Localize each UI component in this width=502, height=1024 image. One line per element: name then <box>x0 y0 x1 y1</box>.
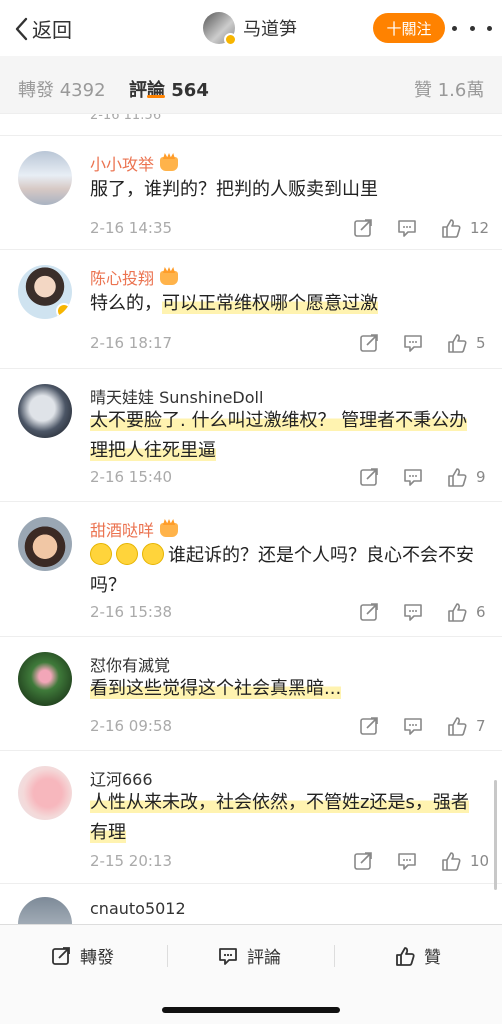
share-icon[interactable] <box>358 601 380 623</box>
share-icon[interactable] <box>358 332 380 354</box>
like-count: 12 <box>470 219 490 237</box>
avatar[interactable] <box>18 151 72 205</box>
author-name[interactable]: 马道笋 <box>243 15 297 41</box>
comment-time: 2-16 11:56 <box>90 114 162 123</box>
comment-username[interactable]: 怼你有滅覚 <box>90 652 170 676</box>
comment-time: 2-16 14:35 <box>90 219 173 237</box>
comment-icon[interactable] <box>402 715 424 737</box>
crown-badge-icon <box>160 271 179 285</box>
comment-time: 2-16 15:38 <box>90 603 173 621</box>
comment-item: 甜酒哒咩 谁起诉的？还是个人吗？良心不会不安吗？ 2-16 15:38 6 <box>0 503 502 637</box>
avatar[interactable] <box>18 517 72 571</box>
like-count: 9 <box>476 468 486 486</box>
share-icon <box>52 946 70 965</box>
share-icon[interactable] <box>352 217 374 239</box>
like-icon[interactable] <box>440 217 462 239</box>
avatar[interactable] <box>18 384 72 438</box>
like-icon[interactable] <box>446 715 468 737</box>
comment-icon <box>219 947 237 965</box>
comment-text: 谁起诉的？还是个人吗？良心不会不安吗？ <box>90 543 474 596</box>
verified-badge-icon <box>56 303 72 319</box>
comment-list[interactable]: 2-16 11:56 小小攻举 服了，谁判的？把判的人贩卖到山里 2-16 14… <box>0 114 502 924</box>
chevron-left-icon <box>15 17 28 40</box>
comment-text: 看到这些觉得这个社会真黑暗... <box>90 678 342 699</box>
share-icon[interactable] <box>358 466 380 488</box>
comment-item: 怼你有滅覚 看到这些觉得这个社会真黑暗... 2-16 09:58 7 <box>0 638 502 751</box>
comment-item: 辽河666 人性从来未改，社会依然，不管姓z还是s，强者有理 2-15 20:1… <box>0 752 502 884</box>
comment-text: 特么的，可以正常维权哪个愿意过激 <box>90 293 378 314</box>
scrollbar[interactable] <box>494 780 497 890</box>
comment-username[interactable]: 甜酒哒咩 <box>90 517 179 541</box>
divider <box>334 945 335 967</box>
tab-likes[interactable]: 贊 1.6萬 <box>414 76 484 102</box>
comment-time: 2-16 15:40 <box>90 468 173 486</box>
tab-repost[interactable]: 轉發 4392 <box>18 76 106 102</box>
comment-item: cnauto5012 <box>0 885 502 924</box>
like-count: 6 <box>476 603 486 621</box>
author-avatar[interactable] <box>203 12 237 46</box>
comment-button[interactable]: 評論 <box>217 943 281 968</box>
divider <box>167 945 168 967</box>
back-label: 返回 <box>32 18 72 42</box>
comment-icon[interactable] <box>396 217 418 239</box>
like-icon[interactable] <box>446 466 468 488</box>
like-button[interactable]: 贊 <box>394 943 441 968</box>
verified-badge-icon <box>224 33 237 46</box>
comment-icon[interactable] <box>402 466 424 488</box>
comment-text: 人性从来未改，社会依然，不管姓z还是s，强者有理 <box>90 792 469 843</box>
tab-bar: 轉發 4392 評論 564 贊 1.6萬 <box>0 56 502 114</box>
avatar[interactable] <box>18 652 72 706</box>
comment-item: 小小攻举 服了，谁判的？把判的人贩卖到山里 2-16 14:35 12 <box>0 137 502 250</box>
repost-label: 轉發 <box>80 948 114 968</box>
avatar[interactable] <box>18 897 72 924</box>
author-info[interactable]: 马道笋 <box>203 12 297 46</box>
comment-label: 評論 <box>247 948 281 968</box>
crown-badge-icon <box>160 157 179 171</box>
comment-item: 陈心投翔 特么的，可以正常维权哪个愿意过激 2-16 18:17 5 <box>0 251 502 369</box>
home-indicator <box>162 1007 340 1013</box>
like-icon[interactable] <box>446 332 468 354</box>
like-icon[interactable] <box>446 601 468 623</box>
bottom-action-bar: 轉發 評論 贊 <box>0 924 502 1024</box>
like-icon <box>396 946 415 966</box>
like-label: 贊 <box>424 948 441 968</box>
emoji-icon <box>116 543 138 565</box>
comment-text: 服了，谁判的？把判的人贩卖到山里 <box>90 179 378 200</box>
like-count: 7 <box>476 717 486 735</box>
comment-icon[interactable] <box>402 601 424 623</box>
crown-badge-icon <box>160 523 179 537</box>
follow-button[interactable]: 十關注 <box>373 13 445 43</box>
back-button[interactable]: 返回 <box>14 14 72 43</box>
share-icon[interactable] <box>352 850 374 872</box>
comment-icon[interactable] <box>396 850 418 872</box>
top-nav-bar: 返回 马道笋 十關注 <box>0 0 502 56</box>
comment-username[interactable]: 晴天娃娃 SunshineDoll <box>90 384 263 408</box>
comment-username[interactable]: 陈心投翔 <box>90 265 179 289</box>
comment-icon[interactable] <box>402 332 424 354</box>
more-options-icon[interactable] <box>452 18 492 38</box>
tab-comments[interactable]: 評論 564 <box>129 76 209 102</box>
avatar[interactable] <box>18 766 72 820</box>
emoji-icon <box>142 543 164 565</box>
comment-time: 2-16 18:17 <box>90 334 173 352</box>
like-icon[interactable] <box>440 850 462 872</box>
like-count: 5 <box>476 334 486 352</box>
comment-item: 晴天娃娃 SunshineDoll 太不要脸了. 什么叫过激维权？ 管理者不秉公… <box>0 370 502 502</box>
comment-text: 太不要脸了. 什么叫过激维权？ 管理者不秉公办理把人往死里逼 <box>90 410 468 461</box>
active-tab-indicator <box>147 95 165 98</box>
comment-username[interactable]: 小小攻举 <box>90 151 179 175</box>
comment-username[interactable]: cnauto5012 <box>90 899 186 918</box>
comment-item: 2-16 11:56 <box>0 114 502 136</box>
like-count: 10 <box>470 852 490 870</box>
comment-username[interactable]: 辽河666 <box>90 766 153 790</box>
emoji-icon <box>90 543 112 565</box>
repost-button[interactable]: 轉發 <box>50 943 114 968</box>
avatar[interactable] <box>18 265 72 319</box>
comment-time: 2-15 20:13 <box>90 852 173 870</box>
comment-time: 2-16 09:58 <box>90 717 173 735</box>
share-icon[interactable] <box>358 715 380 737</box>
